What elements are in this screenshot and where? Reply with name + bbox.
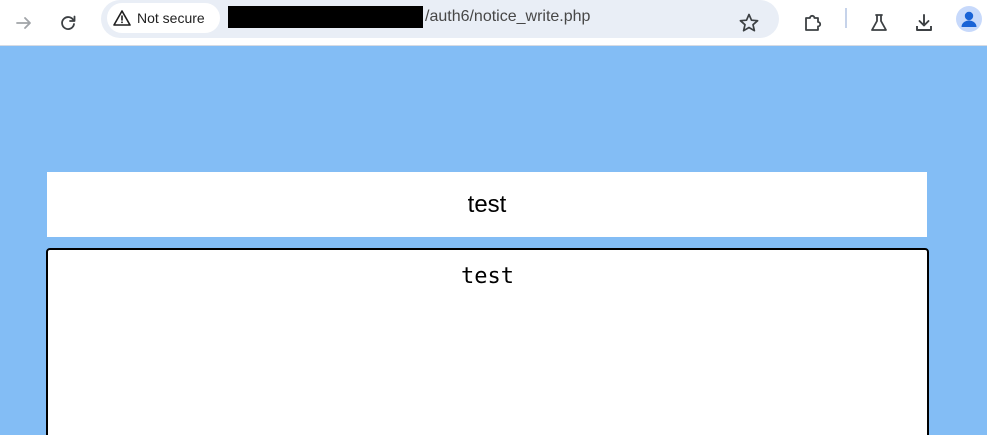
url-host-redacted: [228, 6, 423, 28]
notice-title-field[interactable]: test: [47, 172, 927, 237]
security-label: Not secure: [137, 10, 205, 26]
flask-icon: [871, 14, 887, 31]
browser-toolbar: Not secure /auth6/notice_write.php: [0, 0, 987, 46]
security-chip[interactable]: Not secure: [107, 3, 220, 33]
labs-button[interactable]: [861, 5, 897, 41]
puzzle-icon: [805, 14, 822, 31]
downloads-button[interactable]: [906, 5, 942, 41]
avatar-icon: [961, 11, 977, 27]
profile-button[interactable]: [956, 6, 982, 32]
forward-button[interactable]: [6, 5, 42, 41]
arrow-right-icon: [16, 17, 31, 29]
url-path[interactable]: /auth6/notice_write.php: [425, 8, 590, 26]
address-bar[interactable]: Not secure /auth6/notice_write.php: [101, 0, 779, 38]
bookmark-button[interactable]: [731, 5, 767, 41]
star-icon: [739, 13, 759, 32]
reload-icon: [61, 15, 76, 30]
notice-content-textarea[interactable]: test: [46, 248, 929, 435]
extensions-button[interactable]: [795, 5, 831, 41]
reload-button[interactable]: [50, 5, 86, 41]
download-icon: [916, 14, 932, 31]
warning-triangle-icon: [113, 10, 131, 26]
toolbar-separator: [845, 8, 847, 28]
